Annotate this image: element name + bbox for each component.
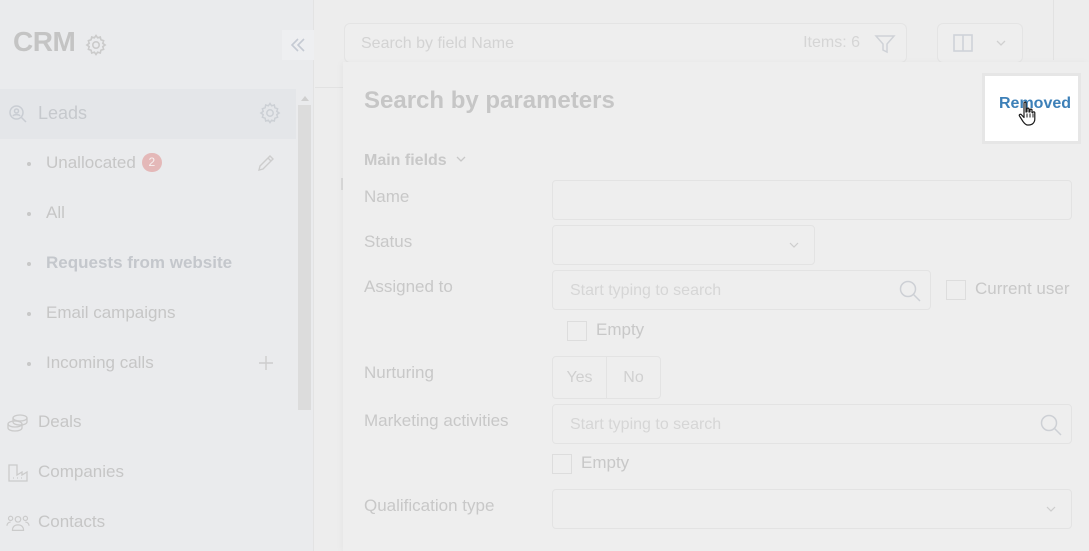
- marketing-empty-label: Empty: [581, 453, 630, 472]
- qualification-type-label: Qualification type: [364, 496, 495, 515]
- sidebar-subitem-unallocated[interactable]: Unallocated 2: [0, 139, 296, 189]
- sidebar: CRM Leads Unallocated 2 All Requests fro…: [0, 0, 314, 551]
- marketing-activities-input[interactable]: Start typing to search: [552, 404, 1072, 444]
- settings-gear-icon[interactable]: [84, 33, 108, 57]
- search-input[interactable]: Search by field Name Items: 6: [344, 23, 907, 63]
- sidebar-item-label: Contacts: [38, 512, 106, 531]
- section-label: Main fields: [364, 152, 447, 169]
- sidebar-subitem-incoming-calls[interactable]: Incoming calls: [0, 339, 296, 389]
- sidebar-subitem-label: Incoming calls: [46, 353, 154, 372]
- coins-icon: [7, 414, 28, 432]
- view-mode-button[interactable]: [937, 23, 1023, 63]
- lead-search-icon: [9, 105, 27, 123]
- sidebar-subitem-label: All: [46, 203, 65, 222]
- assigned-empty-checkbox[interactable]: [567, 321, 587, 341]
- sidebar-subitem-label-wrap: Unallocated 2: [46, 153, 162, 173]
- sidebar-item-deals[interactable]: Deals: [0, 398, 296, 448]
- sidebar-subitem-label: Requests from website: [46, 253, 233, 272]
- sidebar-item-label: Companies: [38, 462, 124, 481]
- bullet: [27, 312, 31, 316]
- nurturing-label: Nurturing: [364, 363, 434, 382]
- divider: [315, 87, 345, 88]
- split-view-icon: [953, 34, 973, 52]
- bullet: [27, 162, 31, 166]
- nurturing-no-button[interactable]: No: [607, 357, 660, 398]
- qualification-type-select[interactable]: [552, 489, 1072, 529]
- items-count: Items: 6: [803, 34, 860, 51]
- people-icon: [6, 515, 30, 531]
- sidebar-subitem-label: Unallocated: [46, 153, 136, 172]
- marketing-empty-checkbox[interactable]: [552, 454, 572, 474]
- search-parameters-panel: Search by parameters Main fields Name St…: [343, 62, 1089, 551]
- pencil-icon[interactable]: [256, 153, 276, 173]
- filter-icon[interactable]: [874, 33, 896, 55]
- status-select[interactable]: [552, 225, 815, 265]
- divider: [1053, 0, 1054, 60]
- assigned-to-label: Assigned to: [364, 277, 453, 296]
- status-label: Status: [364, 232, 413, 251]
- count-badge: 2: [141, 153, 162, 172]
- search-placeholder: Search by field Name: [361, 35, 514, 52]
- current-user-checkbox[interactable]: [946, 280, 966, 300]
- sidebar-subitem-all[interactable]: All: [0, 189, 296, 239]
- sidebar-item-label: Leads: [38, 103, 88, 123]
- sidebar-subitem-email-campaigns[interactable]: Email campaigns: [0, 289, 296, 339]
- marketing-activities-placeholder: Start typing to search: [570, 416, 722, 433]
- scroll-thumb[interactable]: [298, 105, 311, 410]
- bullet: [27, 262, 31, 266]
- bullet: [27, 362, 31, 366]
- main-fields-toggle[interactable]: Main fields: [364, 152, 467, 170]
- app-title: CRM: [13, 26, 76, 57]
- assigned-to-placeholder: Start typing to search: [570, 282, 722, 299]
- sidebar-scrollbar[interactable]: [298, 92, 312, 410]
- chevron-down-icon: [1046, 506, 1056, 512]
- name-label: Name: [364, 187, 410, 206]
- name-field[interactable]: [552, 180, 1072, 220]
- chevron-down-icon: [789, 242, 799, 248]
- sidebar-item-companies[interactable]: Companies: [0, 448, 296, 498]
- sidebar-item-leads[interactable]: Leads: [0, 89, 296, 139]
- sidebar-subitem-requests-from-website[interactable]: Requests from website: [0, 239, 296, 289]
- scroll-up-arrow-icon[interactable]: [301, 96, 309, 101]
- sidebar-subitem-label: Email campaigns: [46, 303, 176, 322]
- search-icon[interactable]: [1039, 413, 1063, 437]
- current-user-label: Current user: [975, 279, 1070, 298]
- bullet: [27, 212, 31, 216]
- double-chevron-left-icon: [290, 38, 305, 52]
- chevron-down-icon: [996, 40, 1006, 46]
- hand-cursor-icon: [1018, 101, 1036, 126]
- sidebar-item-label: Deals: [38, 412, 82, 431]
- assigned-empty-label: Empty: [596, 320, 645, 339]
- chevron-down-icon: [456, 156, 466, 162]
- panel-title: Search by parameters: [364, 87, 615, 114]
- assigned-to-input[interactable]: Start typing to search: [552, 270, 931, 310]
- leads-settings-gear-icon[interactable]: [258, 101, 282, 125]
- plus-icon[interactable]: [256, 353, 276, 373]
- factory-icon: [8, 464, 28, 482]
- search-icon[interactable]: [898, 279, 922, 303]
- nurturing-yes-button[interactable]: Yes: [553, 357, 607, 398]
- collapse-sidebar-button[interactable]: [282, 30, 314, 60]
- marketing-activities-label: Marketing activities: [364, 411, 509, 430]
- nurturing-toggle: Yes No: [552, 356, 661, 399]
- sidebar-item-contacts[interactable]: Contacts: [0, 498, 296, 548]
